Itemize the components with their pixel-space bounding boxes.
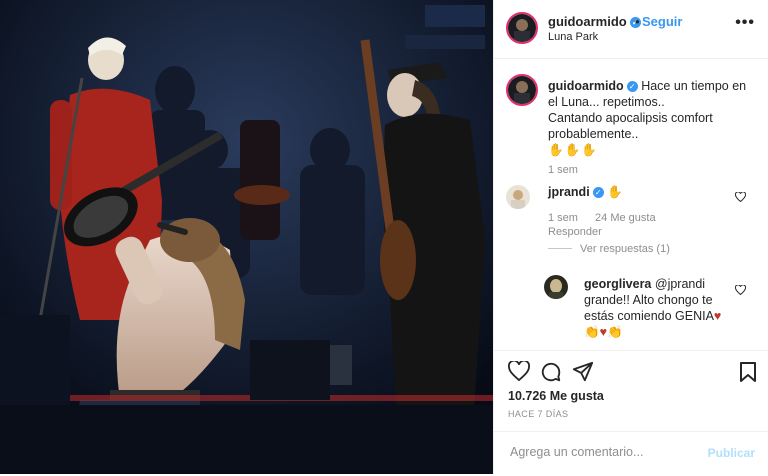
post-side-panel: guidoarmido ✓ • Seguir Luna Park ••• guid… [493, 0, 768, 474]
post-time[interactable]: HACE 7 DÍAS [508, 409, 568, 419]
replier-avatar[interactable] [544, 275, 568, 299]
author-avatar[interactable] [506, 12, 538, 44]
bookmark-icon[interactable] [739, 361, 757, 388]
comment-time[interactable]: 1 sem [548, 212, 578, 224]
more-options-icon[interactable]: ••• [735, 14, 755, 32]
commenter-avatar[interactable] [506, 185, 530, 209]
publish-button[interactable]: Publicar [708, 446, 755, 460]
comment-text: jprandi ✓ ✋ [548, 185, 624, 199]
comment-like-heart-icon[interactable] [734, 189, 747, 207]
caption-username[interactable]: guidoarmido [548, 79, 624, 93]
comment-input[interactable] [508, 444, 702, 460]
post-photo[interactable] [0, 0, 493, 474]
reply-like-heart-icon[interactable] [734, 282, 747, 300]
verified-badge-icon: ✓ [626, 81, 638, 92]
post-header: guidoarmido ✓ • Seguir Luna Park ••• [494, 0, 768, 59]
author-username[interactable]: guidoarmido ✓ [548, 14, 641, 29]
share-icon[interactable] [572, 361, 594, 388]
likes-count[interactable]: 10.726 Me gusta [508, 389, 604, 403]
caption-text: guidoarmido ✓ Hace un tiempo en el Luna..… [548, 78, 753, 158]
comment-meta: 1 sem 24 Me gusta [548, 212, 670, 224]
view-replies-button[interactable]: Ver respuestas (1) [548, 243, 670, 255]
divider-line [548, 248, 572, 249]
caption-emoji: ✋✋✋ [548, 143, 598, 157]
caption-line-2: Cantando apocalipsis comfort probablemen… [548, 111, 713, 141]
comment-likes[interactable]: 24 Me gusta [595, 212, 656, 224]
concert-photo [0, 0, 493, 474]
replier-username[interactable]: georglivera [584, 277, 651, 291]
reply-text: georglivera @jprandi grande!! Alto chong… [584, 277, 722, 339]
post-actions: 10.726 Me gusta HACE 7 DÍAS Publicar [494, 350, 768, 475]
location-link[interactable]: Luna Park [548, 31, 598, 43]
follow-button[interactable]: Seguir [642, 14, 682, 29]
commenter-username[interactable]: jprandi [548, 185, 590, 199]
comment-icon[interactable] [540, 361, 562, 388]
verified-badge-icon: ✓ [592, 187, 604, 198]
heart-icon[interactable] [508, 359, 530, 386]
caption-time[interactable]: 1 sem [548, 164, 578, 176]
reply-button[interactable]: Responder [548, 226, 602, 238]
separator-dot: • [635, 14, 640, 29]
caption-avatar[interactable] [506, 74, 538, 106]
comment-bar: Publicar [494, 431, 768, 476]
